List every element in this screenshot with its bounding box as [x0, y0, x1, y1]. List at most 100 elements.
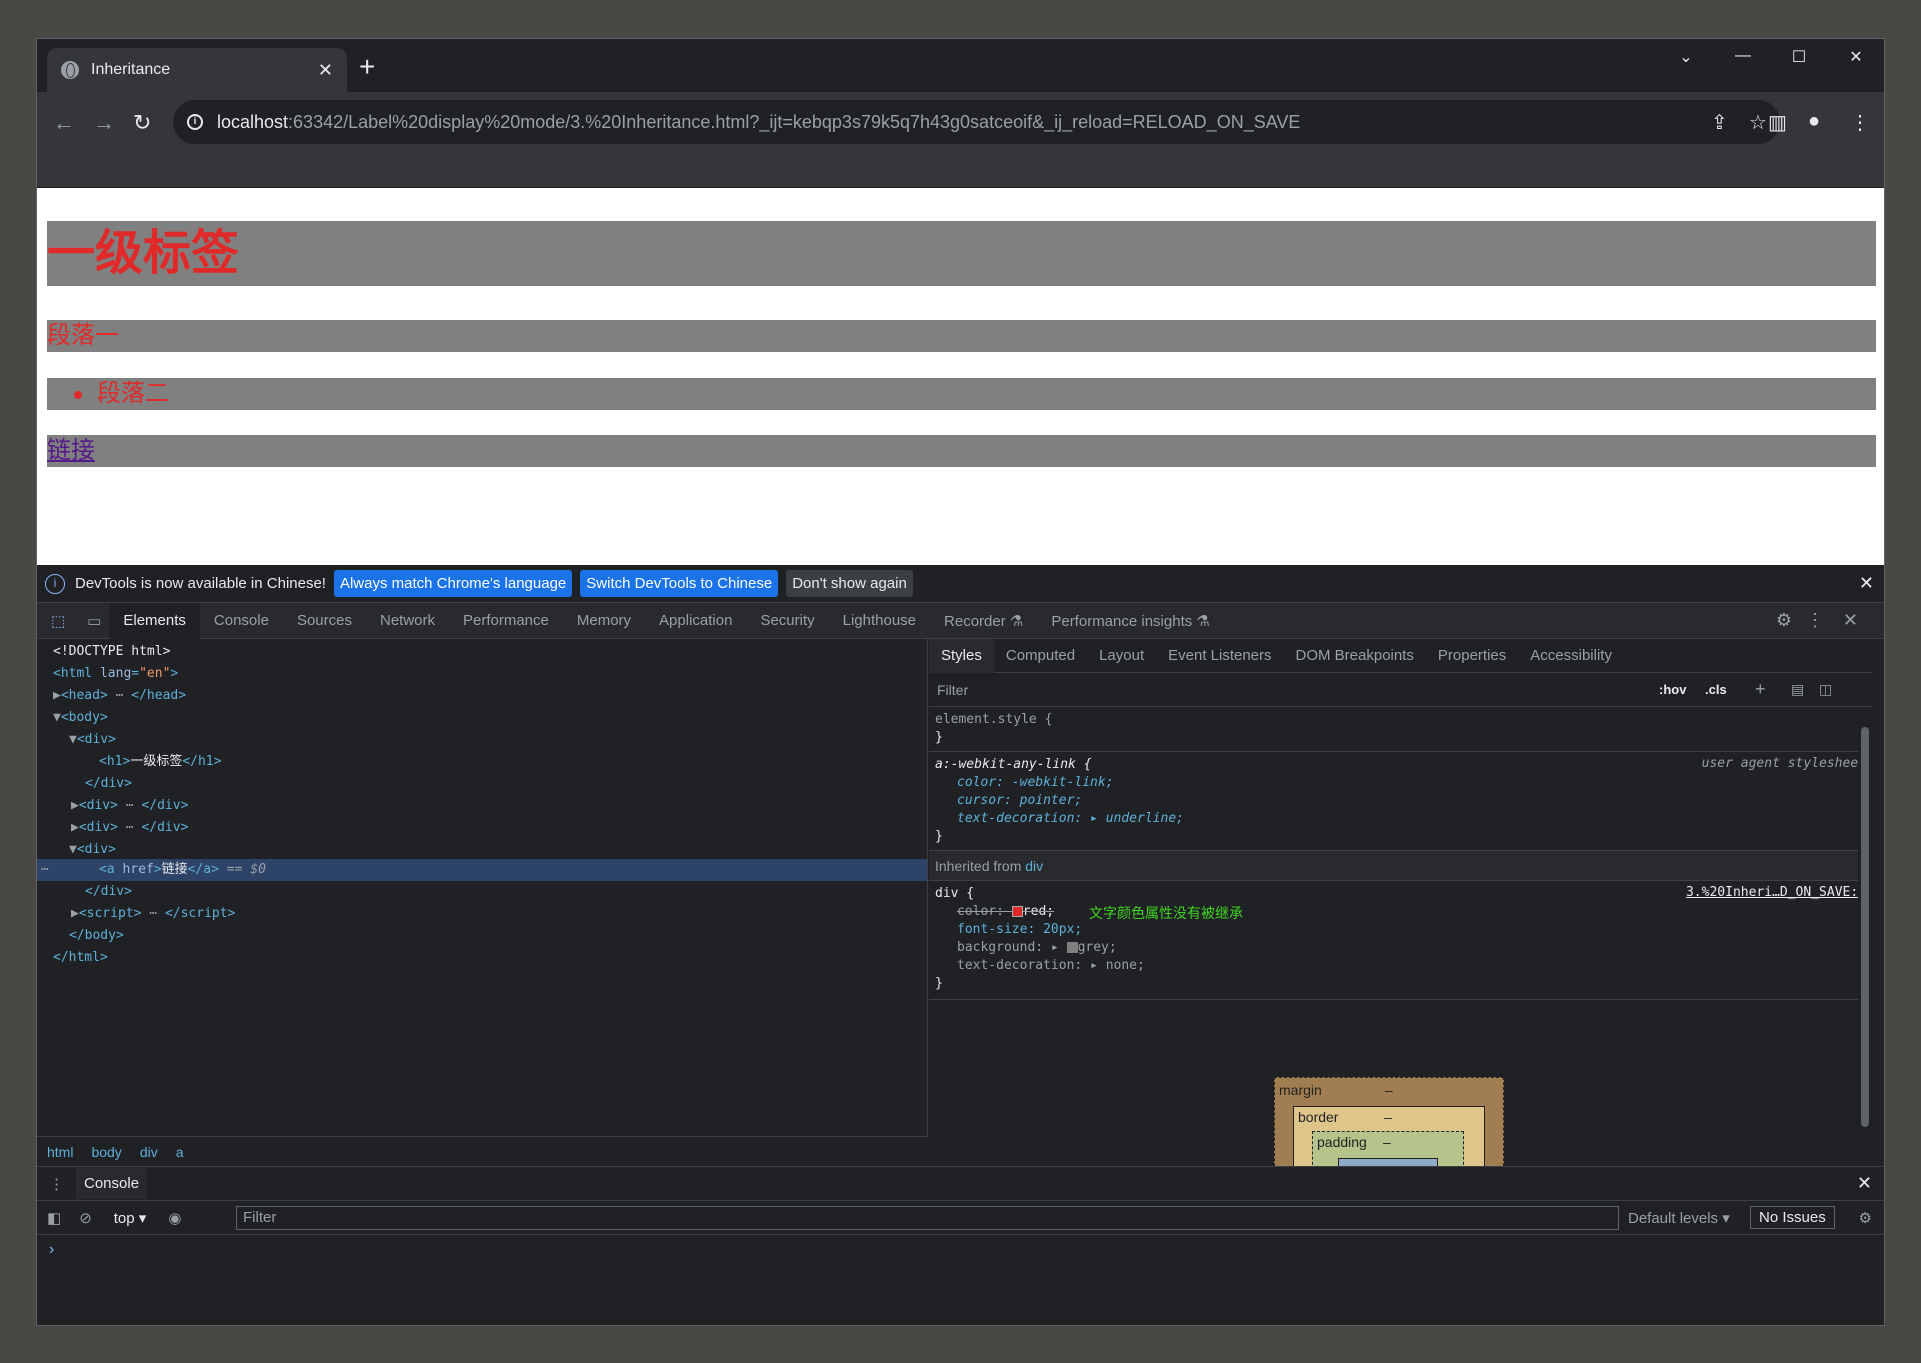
hov-toggle[interactable]: :hov: [1659, 682, 1686, 697]
tab-console[interactable]: Console: [200, 612, 283, 629]
console-prompt[interactable]: ›: [37, 1235, 1884, 1265]
ua-prop-text-decoration: text-decoration: ▸ underline;: [957, 811, 1184, 826]
dont-show-again-button[interactable]: Don't show again: [786, 570, 913, 597]
div-prop-font-size: font-size: 20px;: [957, 922, 1083, 937]
dom-div-3[interactable]: ▶<div> ⋯ </div>: [71, 817, 188, 839]
grey-swatch-icon[interactable]: [1066, 942, 1078, 953]
tab-security[interactable]: Security: [746, 612, 828, 629]
close-devtools-icon[interactable]: ✕: [1829, 610, 1872, 631]
info-icon: i: [45, 573, 65, 594]
reload-icon[interactable]: ↻: [133, 110, 151, 136]
inherited-element-link[interactable]: div: [1025, 858, 1043, 874]
tab-elements[interactable]: Elements: [109, 602, 200, 639]
cls-toggle[interactable]: .cls: [1705, 682, 1727, 697]
console-settings-icon[interactable]: ⚙: [1859, 1209, 1872, 1227]
menu-icon[interactable]: ⋮: [1850, 110, 1870, 135]
close-notice-icon[interactable]: ✕: [1859, 573, 1874, 594]
red-swatch-icon[interactable]: [1011, 906, 1023, 917]
tab-accessibility[interactable]: Accessibility: [1518, 647, 1624, 664]
close-window-button[interactable]: ✕: [1836, 47, 1876, 67]
console-sidebar-icon[interactable]: ◧: [37, 1209, 71, 1227]
tab-event-listeners[interactable]: Event Listeners: [1156, 647, 1283, 664]
close-tab-icon[interactable]: ✕: [318, 60, 333, 81]
maximize-button[interactable]: ☐: [1779, 47, 1819, 67]
dom-head[interactable]: ▶<head> ⋯ </head>: [53, 685, 186, 707]
dom-tree: <!DOCTYPE html> <html lang="en"> ▶<head>…: [37, 639, 928, 1136]
page-list-item: 段落二: [47, 378, 1876, 410]
profile-icon[interactable]: ●: [1808, 110, 1820, 133]
tab-lighthouse[interactable]: Lighthouse: [829, 612, 930, 629]
dom-div-1-close: </div>: [85, 776, 132, 791]
dom-html[interactable]: <html lang="en">: [53, 663, 178, 685]
styles-tabbar: Styles Computed Layout Event Listeners D…: [929, 638, 1872, 673]
tab-title: Inheritance: [91, 61, 171, 78]
dom-div-2[interactable]: ▶<div> ⋯ </div>: [71, 795, 188, 817]
log-levels-dropdown[interactable]: Default levels ▾: [1628, 1209, 1730, 1227]
tab-properties[interactable]: Properties: [1426, 647, 1518, 664]
drawer-tab-console[interactable]: Console: [76, 1168, 148, 1199]
tab-strip: Inheritance ✕ + ⌄ — ☐ ✕: [37, 39, 1884, 92]
dom-div-4[interactable]: ▼<div>: [69, 839, 116, 861]
bookmark-star-icon[interactable]: ☆: [1749, 110, 1767, 135]
close-drawer-icon[interactable]: ✕: [1857, 1173, 1872, 1194]
tab-layout[interactable]: Layout: [1087, 647, 1156, 664]
ua-prop-cursor: cursor: pointer;: [957, 793, 1083, 808]
forward-icon[interactable]: →: [93, 110, 115, 136]
new-rule-icon[interactable]: +: [1755, 679, 1766, 700]
console-filter-input[interactable]: Filter: [236, 1206, 1619, 1230]
issues-button[interactable]: No Issues: [1750, 1206, 1835, 1229]
tab-dom-breakpoints[interactable]: DOM Breakpoints: [1284, 647, 1426, 664]
tab-recorder[interactable]: Recorder ⚗: [930, 612, 1037, 630]
inspect-element-icon[interactable]: ⬚: [37, 612, 79, 630]
match-language-button[interactable]: Always match Chrome's language: [333, 570, 573, 597]
tab-performance[interactable]: Performance: [449, 612, 563, 629]
dom-doctype[interactable]: <!DOCTYPE html>: [53, 641, 170, 663]
dom-div-4-close: </div>: [85, 884, 132, 899]
dom-body[interactable]: ▼<body>: [53, 707, 108, 729]
tab-sources[interactable]: Sources: [283, 612, 366, 629]
share-icon[interactable]: ⇪: [1711, 110, 1728, 135]
browser-tab[interactable]: Inheritance ✕: [47, 48, 347, 92]
page-link[interactable]: 链接: [47, 435, 1876, 467]
dom-more-dots[interactable]: ⋯: [41, 859, 49, 881]
crumb-a[interactable]: a: [176, 1144, 184, 1160]
crumb-div[interactable]: div: [140, 1144, 158, 1160]
clear-console-icon[interactable]: ⊘: [71, 1209, 100, 1227]
back-icon[interactable]: ←: [53, 110, 75, 136]
site-info-icon[interactable]: i: [187, 114, 203, 130]
rendering-emulation-icon[interactable]: ▤: [1791, 681, 1804, 698]
element-style-selector: element.style {: [935, 712, 1053, 727]
dom-h1[interactable]: <h1>一级标签</h1>: [99, 751, 221, 773]
toolbar: ← → ↻ i localhost:63342/Label%20display%…: [37, 92, 1884, 156]
tab-search-icon[interactable]: ⌄: [1666, 47, 1706, 67]
tab-styles[interactable]: Styles: [929, 638, 994, 673]
ua-source: user agent stylesheet: [1701, 756, 1866, 771]
div-source-link[interactable]: 3.%20Inheri…D_ON_SAVE:7: [1686, 885, 1866, 900]
annotation-note: 文字颜色属性没有被继承: [1089, 906, 1243, 922]
dom-script[interactable]: ▶<script> ⋯ </script>: [71, 903, 235, 925]
styles-scrollbar[interactable]: [1858, 707, 1872, 1166]
crumb-body[interactable]: body: [91, 1144, 121, 1160]
div-prop-background: background: ▸ grey;: [957, 940, 1117, 955]
drawer-menu-icon[interactable]: ⋮: [37, 1175, 76, 1193]
tab-network[interactable]: Network: [366, 612, 449, 629]
tab-memory[interactable]: Memory: [563, 612, 645, 629]
dom-div-1[interactable]: ▼<div>: [69, 729, 116, 751]
dom-a-selected[interactable]: <a href>链接</a> == $0: [99, 859, 266, 881]
tab-application[interactable]: Application: [645, 612, 746, 629]
side-panel-icon[interactable]: ▥: [1768, 110, 1787, 135]
crumb-html[interactable]: html: [47, 1144, 73, 1160]
context-selector[interactable]: top ▾: [100, 1209, 161, 1227]
styles-filter-input[interactable]: Filter: [937, 682, 968, 698]
live-expression-eye-icon[interactable]: ◉: [160, 1209, 189, 1227]
new-tab-button[interactable]: +: [359, 53, 375, 81]
address-bar[interactable]: i localhost:63342/Label%20display%20mode…: [173, 100, 1780, 144]
div-prop-color: color: red;: [957, 904, 1055, 919]
styles-filter[interactable]: Filter :hov .cls + ▤ ◫: [929, 673, 1872, 707]
switch-chinese-button[interactable]: Switch DevTools to Chinese: [580, 570, 779, 597]
toggle-sidebar-icon[interactable]: ◫: [1819, 681, 1832, 698]
device-toolbar-icon[interactable]: ▭: [79, 612, 109, 630]
minimize-button[interactable]: —: [1723, 47, 1763, 65]
tab-performance-insights[interactable]: Performance insights ⚗: [1037, 612, 1224, 630]
tab-computed[interactable]: Computed: [994, 647, 1087, 664]
